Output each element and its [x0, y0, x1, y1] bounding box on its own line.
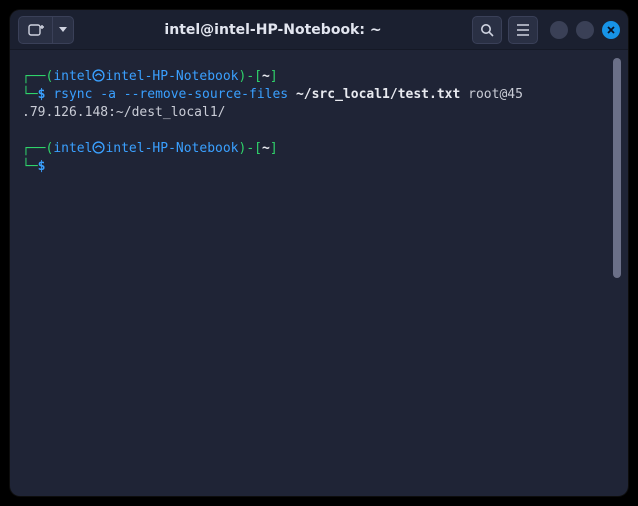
prompt2-corner-bottom: └─ [22, 159, 38, 174]
chevron-down-icon [59, 27, 67, 33]
prompt-symbol: $ [38, 87, 46, 102]
search-button[interactable] [472, 16, 502, 44]
close-icon [606, 25, 616, 35]
scrollbar-thumb[interactable] [613, 58, 621, 278]
titlebar-right-group [472, 16, 620, 44]
prompt-corner-bottom: └─ [22, 87, 38, 102]
cmd-flags: -a --remove-source-files [92, 87, 296, 102]
terminal-output[interactable]: ┌──(intelintel-HP-Notebook)-[~] └─$ rsyn… [16, 56, 612, 488]
terminal-area: ┌──(intelintel-HP-Notebook)-[~] └─$ rsyn… [10, 50, 628, 496]
search-icon [480, 23, 494, 37]
prompt-lbrack: [ [254, 69, 262, 84]
prompt-dash: - [246, 69, 254, 84]
terminal-window: intel@intel-HP-Notebook: ~ [10, 10, 628, 496]
minimize-button[interactable] [550, 21, 568, 39]
prompt2-rbrack: ] [270, 141, 278, 156]
kali-logo-icon [92, 69, 105, 82]
cmd-src-path: ~/src_local1/test.txt [296, 87, 460, 102]
prompt-rbrack: ] [270, 69, 278, 84]
titlebar: intel@intel-HP-Notebook: ~ [10, 10, 628, 50]
titlebar-left-group [18, 16, 74, 44]
prompt2-corner-top: ┌── [22, 141, 45, 156]
scrollbar[interactable] [612, 56, 622, 488]
prompt-cwd: ~ [262, 69, 270, 84]
menu-button[interactable] [508, 16, 538, 44]
prompt2-cwd: ~ [262, 141, 270, 156]
cmd-rest-a: root@45 [460, 87, 523, 102]
new-tab-button[interactable] [18, 16, 52, 44]
prompt-user: intel [53, 69, 92, 84]
window-controls [550, 21, 620, 39]
prompt2-symbol: $ [38, 159, 46, 174]
prompt2-lbrack: [ [254, 141, 262, 156]
prompt-corner-top: ┌── [22, 69, 45, 84]
window-title: intel@intel-HP-Notebook: ~ [80, 22, 466, 38]
cmd-rest-b: .79.126.148:~/dest_local1/ [22, 105, 226, 120]
prompt2-user: intel [53, 141, 92, 156]
new-tab-dropdown-button[interactable] [52, 16, 74, 44]
prompt-host: intel-HP-Notebook [105, 69, 238, 84]
new-tab-icon [28, 23, 44, 37]
kali-logo-icon [92, 141, 105, 154]
prompt2-dash: - [246, 141, 254, 156]
hamburger-icon [516, 24, 530, 36]
close-button[interactable] [602, 21, 620, 39]
prompt2-host: intel-HP-Notebook [105, 141, 238, 156]
maximize-button[interactable] [576, 21, 594, 39]
cmd-name: rsync [53, 87, 92, 102]
